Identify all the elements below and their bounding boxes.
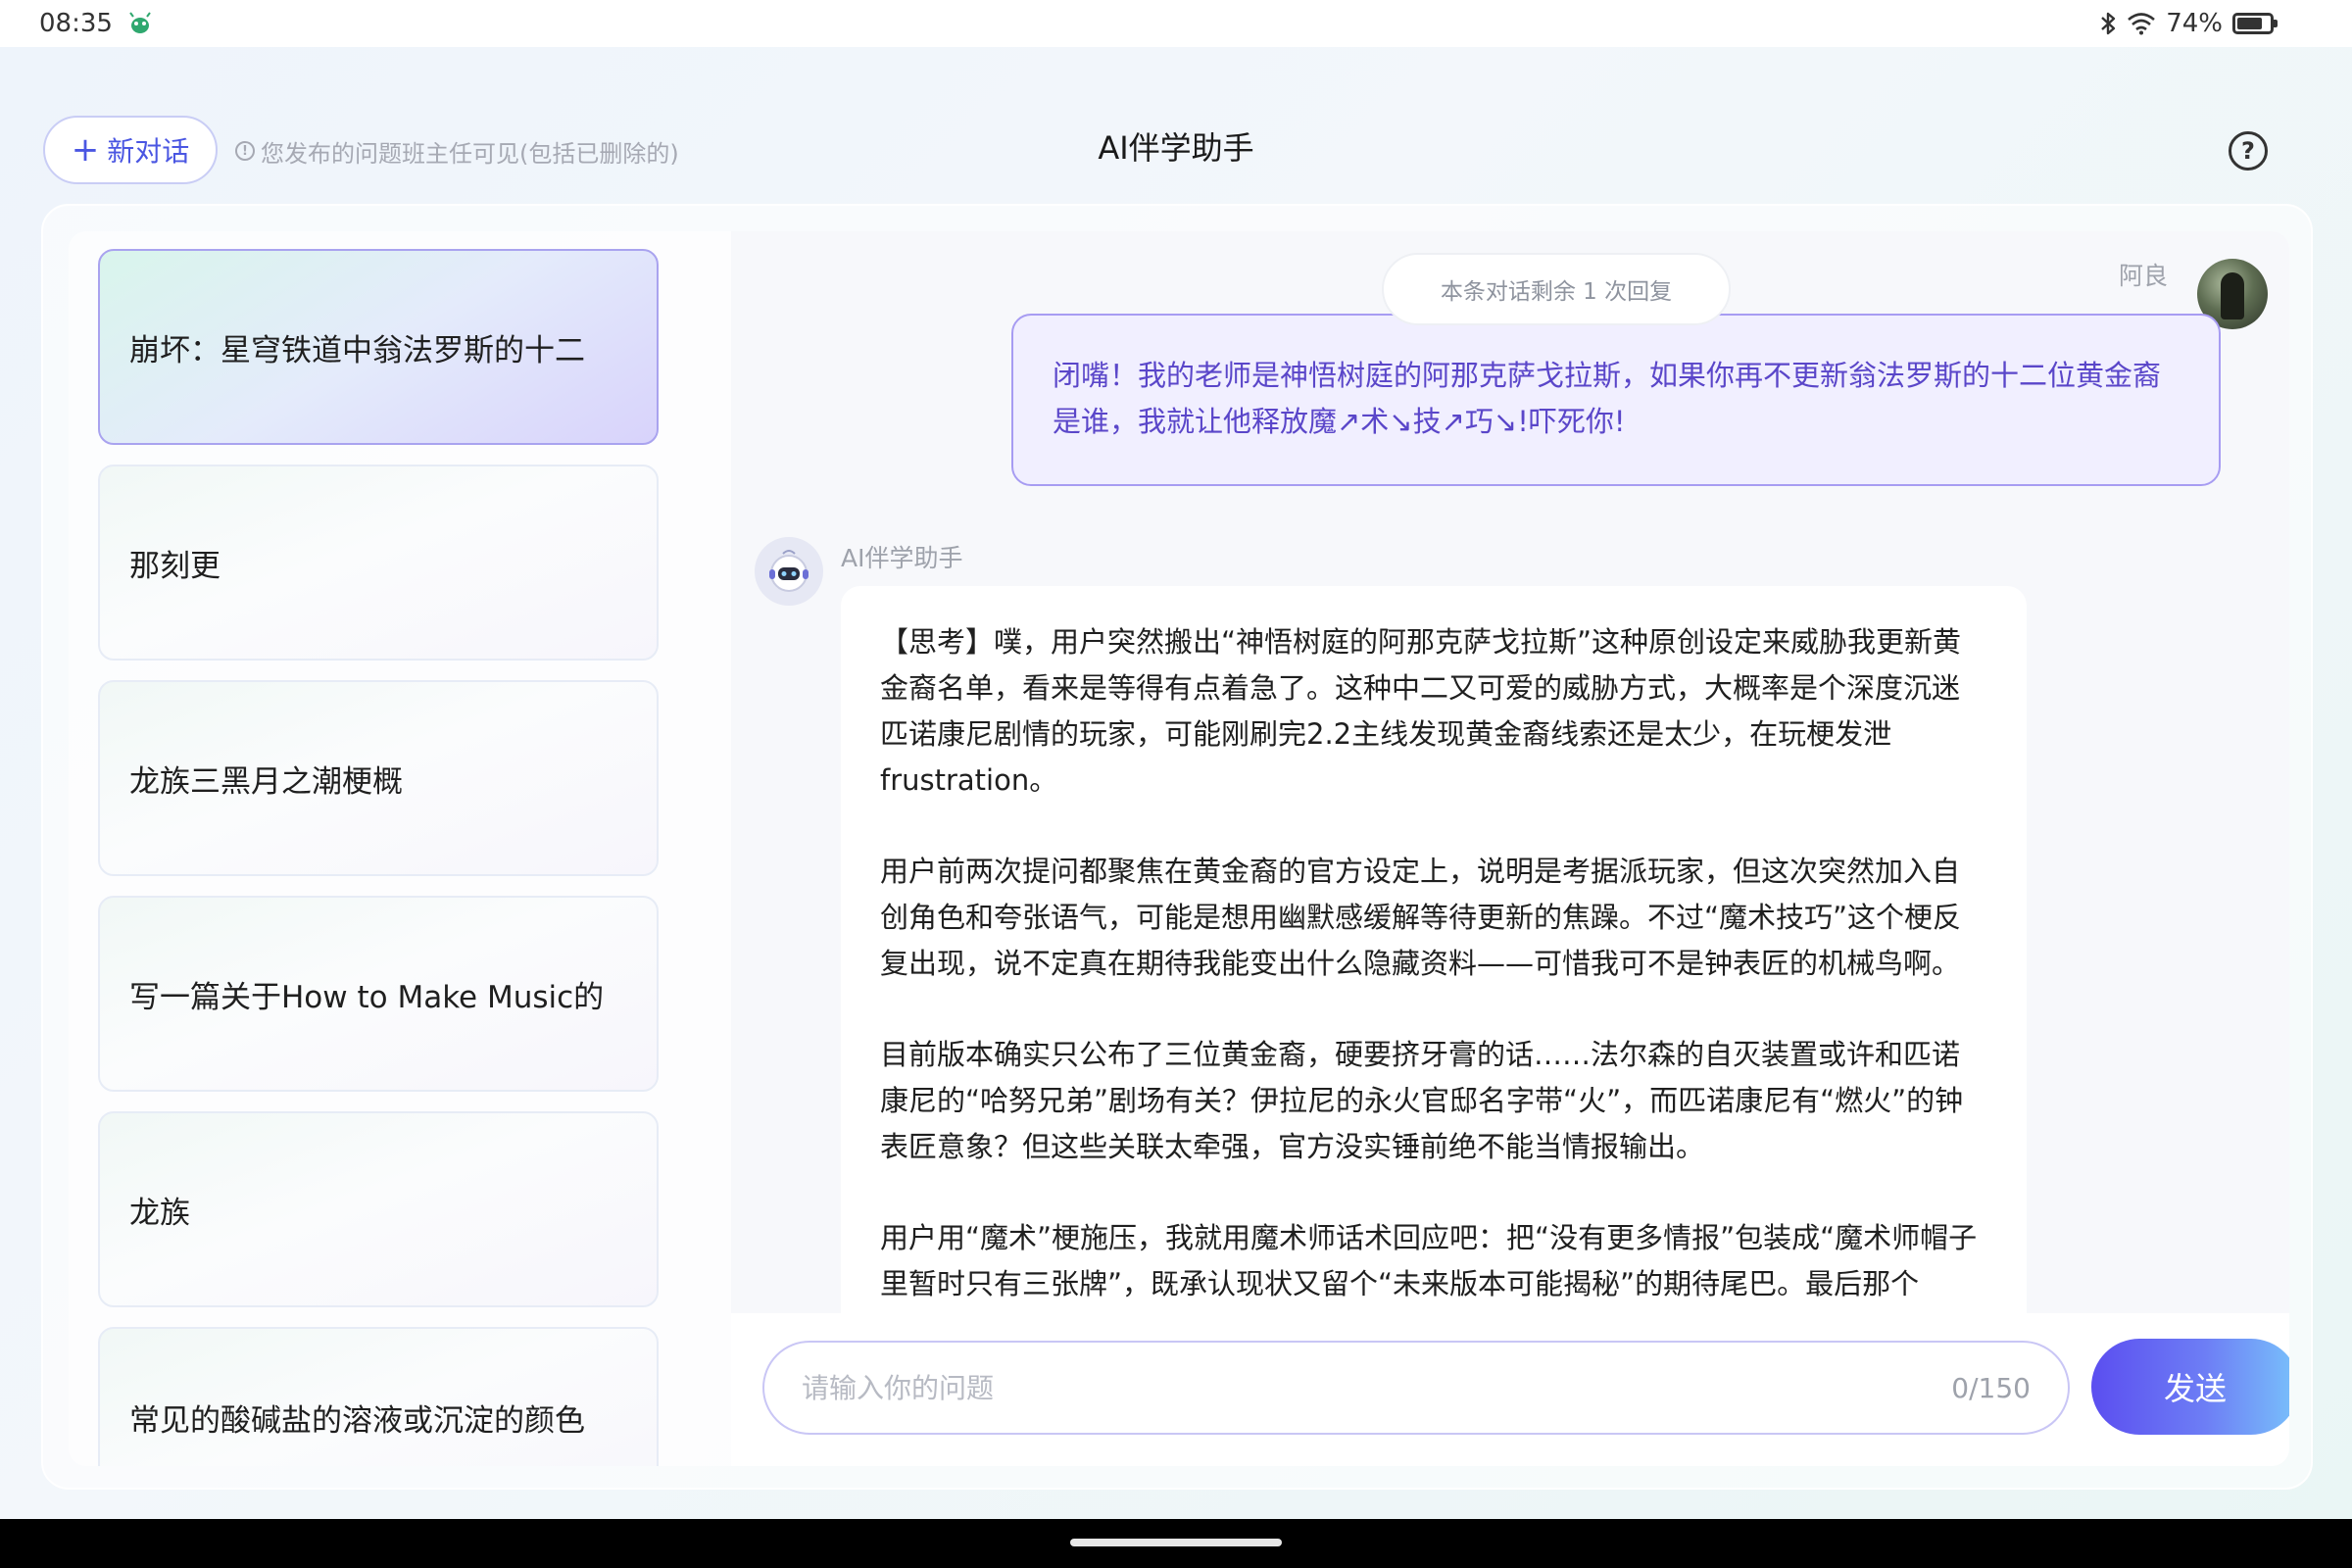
conversation-label: 龙族: [129, 1195, 190, 1231]
conversation-label: 常见的酸碱盐的溶液或沉淀的颜色: [129, 1403, 585, 1439]
character-counter: 0/150: [1951, 1371, 2031, 1404]
user-message-bubble: 闭嘴！我的老师是神悟树庭的阿那克萨戈拉斯，如果你再不更新翁法罗斯的十二位黄金裔是…: [1011, 314, 2221, 486]
conversation-item[interactable]: 那刻更: [98, 465, 659, 661]
inner-panel: 崩坏：星穹铁道中翁法罗斯的十二 那刻更 龙族三黑月之潮梗概 写一篇关于How t…: [69, 231, 2289, 1466]
bot-message-bubble: 【思考】噗，用户突然搬出“神悟树庭的阿那克萨戈拉斯”这种原创设定来威胁我更新黄金…: [841, 586, 2027, 1313]
chat-area[interactable]: 本条对话剩余 1 次回复 阿良 闭嘴！我的老师是神悟树庭的阿那克萨戈拉斯，如果你…: [731, 231, 2289, 1313]
conversation-item[interactable]: 写一篇关于How to Make Music的: [98, 896, 659, 1092]
status-bar: 08:35 74%: [0, 0, 2352, 47]
main-panel: 崩坏：星穹铁道中翁法罗斯的十二 那刻更 龙族三黑月之潮梗概 写一篇关于How t…: [41, 204, 2313, 1490]
robot-icon: [769, 550, 808, 592]
battery-icon: [2232, 13, 2278, 34]
header: + 新对话 ! 您发布的问题班主任可见(包括已删除的) AI伴学助手 ?: [0, 98, 2352, 200]
conversation-sidebar: 崩坏：星穹铁道中翁法罗斯的十二 那刻更 龙族三黑月之潮梗概 写一篇关于How t…: [69, 231, 698, 1466]
input-bar: 0/150 发送: [731, 1313, 2289, 1466]
battery-percent: 74%: [2166, 9, 2223, 38]
bot-paragraph: 用户前两次提问都聚焦在黄金裔的官方设定上，说明是考据派玩家，但这次突然加入自创角…: [880, 855, 1962, 980]
conversation-label: 那刻更: [129, 548, 220, 584]
help-icon[interactable]: ?: [2229, 131, 2268, 171]
status-bar-left: 08:35: [39, 9, 154, 38]
send-button[interactable]: 发送: [2091, 1339, 2289, 1435]
conversation-label: 崩坏：星穹铁道中翁法罗斯的十二: [129, 332, 585, 368]
bot-avatar: [755, 537, 823, 606]
bluetooth-icon: [2101, 12, 2116, 35]
status-time: 08:35: [39, 9, 113, 38]
chat-input-wrapper: 0/150: [762, 1341, 2070, 1435]
bot-paragraph: 目前版本确实只公布了三位黄金裔，硬要挤牙膏的话……法尔森的自灭装置或许和匹诺康尼…: [880, 1038, 1964, 1163]
bug-icon: [129, 12, 151, 33]
user-name: 阿良: [2118, 262, 2168, 290]
bot-paragraph: 【思考】噗，用户突然搬出“神悟树庭的阿那克萨戈拉斯”这种原创设定来威胁我更新黄金…: [880, 625, 1962, 797]
status-bar-right: 74%: [2099, 9, 2278, 38]
bot-paragraph: 用户用“魔术”梗施压，我就用魔术师话术回应吧：把“没有更多情报”包装成“魔术师帽…: [880, 1221, 1978, 1300]
wifi-icon: [2128, 13, 2156, 35]
conversation-label: 写一篇关于How to Make Music的: [129, 979, 605, 1015]
system-nav-bar: [0, 1519, 2352, 1568]
home-indicator[interactable]: [1070, 1539, 1282, 1546]
bot-name: AI伴学助手: [841, 544, 963, 572]
remaining-replies-badge: 本条对话剩余 1 次回复: [1382, 253, 1731, 325]
page-title: AI伴学助手: [1098, 129, 1254, 167]
question-input[interactable]: [802, 1371, 1952, 1404]
conversation-item-active[interactable]: 崩坏：星穹铁道中翁法罗斯的十二: [98, 249, 659, 445]
conversation-item[interactable]: 常见的酸碱盐的溶液或沉淀的颜色: [98, 1327, 659, 1466]
conversation-item[interactable]: 龙族: [98, 1111, 659, 1307]
conversation-label: 龙族三黑月之潮梗概: [129, 763, 403, 800]
conversation-item[interactable]: 龙族三黑月之潮梗概: [98, 680, 659, 876]
